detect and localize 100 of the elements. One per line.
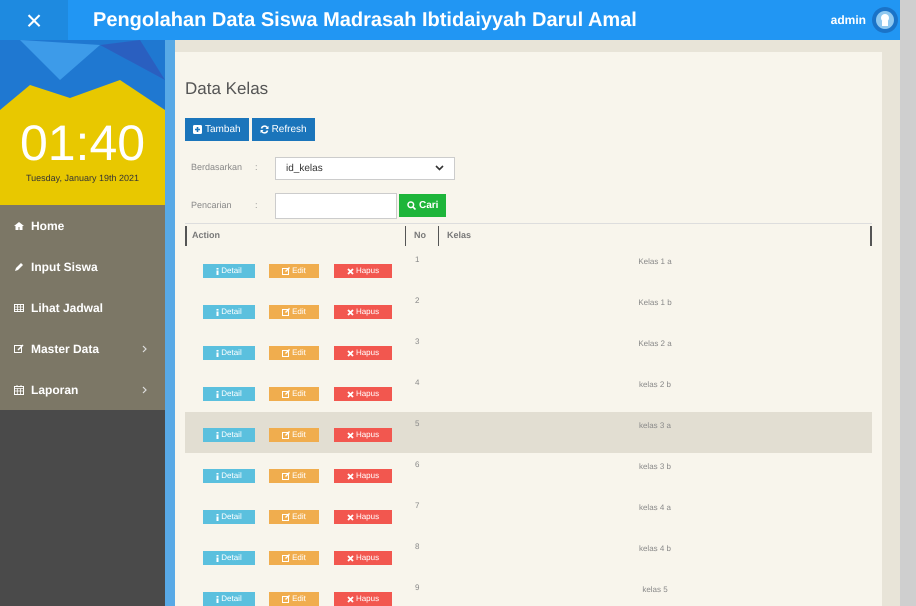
search-label: Pencarian xyxy=(191,198,233,212)
refresh-icon xyxy=(260,124,269,134)
edit-button[interactable]: Edit xyxy=(269,264,319,278)
edit-button[interactable]: Edit xyxy=(269,551,319,565)
edit-icon xyxy=(282,595,290,603)
delete-button[interactable]: Hapus xyxy=(334,469,392,483)
menu-item[interactable]: Lihat Jadwal xyxy=(0,287,165,328)
edit-button[interactable]: Edit xyxy=(269,592,319,606)
menu-item[interactable]: Home xyxy=(0,205,165,246)
calendar-icon xyxy=(14,384,24,394)
scrollbar[interactable] xyxy=(900,0,916,606)
detail-button[interactable]: Detail xyxy=(203,551,255,565)
info-icon xyxy=(216,390,220,398)
edit-icon xyxy=(282,267,290,275)
table-cell-text: 6 xyxy=(414,458,420,470)
user-avatar-icon[interactable] xyxy=(872,7,898,33)
chevron-right-icon xyxy=(142,386,147,394)
add-button[interactable]: Tambah xyxy=(185,118,249,140)
info-icon xyxy=(216,308,220,316)
table-cell-text: 8 xyxy=(414,540,420,552)
filter-label: Berdasarkan xyxy=(191,161,244,174)
table-cell: Kelas 1 b xyxy=(638,296,672,306)
detail-button[interactable]: Detail xyxy=(203,469,255,483)
detail-button[interactable]: Detail xyxy=(203,510,255,524)
column-header: Action xyxy=(185,226,405,246)
edit-icon xyxy=(14,344,24,354)
table-cell: kelas 4 b xyxy=(638,542,672,552)
edit-button[interactable]: Edit xyxy=(269,510,319,524)
edit-button[interactable]: Edit xyxy=(269,387,319,401)
table-cell-text: 3 xyxy=(414,336,420,348)
detail-button[interactable]: Detail xyxy=(203,428,255,442)
info-icon xyxy=(216,514,220,520)
menu-item[interactable]: Laporan xyxy=(0,369,165,410)
edit-icon xyxy=(282,390,290,398)
edit-icon xyxy=(282,308,290,316)
info-icon xyxy=(216,432,220,438)
delete-button[interactable]: Hapus xyxy=(334,346,392,360)
search-icon xyxy=(407,201,416,210)
table-cell-text: 7 xyxy=(414,500,420,512)
edit-button[interactable]: Edit xyxy=(269,428,319,442)
close-icon xyxy=(346,268,354,274)
table-icon xyxy=(14,302,24,312)
table-cell: Kelas 2 a xyxy=(638,338,672,348)
edit-icon xyxy=(282,472,290,480)
table-cell-text: 5 xyxy=(414,418,420,430)
edit-icon xyxy=(282,349,290,357)
detail-button[interactable]: Detail xyxy=(203,592,255,606)
home-icon xyxy=(14,220,24,230)
edit-icon xyxy=(282,554,290,562)
edit-button[interactable]: Edit xyxy=(269,305,319,319)
page-title: Data Kelas xyxy=(185,78,270,100)
table-cell-text: 2 xyxy=(414,294,420,306)
table-cell: kelas 2 b xyxy=(638,378,672,388)
edit-icon xyxy=(282,513,290,521)
table-cell-text: 1 xyxy=(414,254,420,266)
close-button[interactable]: × xyxy=(0,0,68,40)
delete-button[interactable]: Hapus xyxy=(334,592,392,606)
search-field[interactable] xyxy=(275,192,397,218)
menu-item[interactable]: Input Siswa xyxy=(0,246,165,287)
edit-button[interactable]: Edit xyxy=(269,469,319,483)
chevron-right-icon xyxy=(142,344,147,352)
table-cell: kelas 5 xyxy=(642,584,668,594)
table-cell-text: 4 xyxy=(414,376,420,388)
close-icon xyxy=(346,514,354,520)
delete-button[interactable]: Hapus xyxy=(334,510,392,524)
close-icon xyxy=(346,472,354,480)
close-icon xyxy=(346,308,354,316)
delete-button[interactable]: Hapus xyxy=(334,305,392,319)
table-cell: kelas 4 a xyxy=(638,502,672,512)
close-icon xyxy=(346,432,354,438)
detail-button[interactable]: Detail xyxy=(203,387,255,401)
close-icon xyxy=(346,554,354,562)
delete-button[interactable]: Hapus xyxy=(334,551,392,565)
refresh-button[interactable]: Refresh xyxy=(252,118,315,140)
detail-button[interactable]: Detail xyxy=(203,305,255,319)
table-cell: kelas 3 b xyxy=(638,460,672,470)
search-button[interactable]: Cari xyxy=(399,194,446,217)
chevron-down-icon xyxy=(435,165,444,171)
edit-button[interactable]: Edit xyxy=(269,346,319,360)
detail-button[interactable]: Detail xyxy=(203,264,255,278)
close-icon xyxy=(346,390,354,398)
column-header: Kelas xyxy=(438,226,872,246)
plus-square-icon xyxy=(193,124,202,134)
menu-item[interactable]: Master Data xyxy=(0,328,165,369)
info-icon xyxy=(216,268,220,274)
info-icon xyxy=(216,350,220,356)
delete-button[interactable]: Hapus xyxy=(334,264,392,278)
edit-icon xyxy=(282,431,290,439)
clock-time: 01:40 xyxy=(20,118,146,168)
delete-button[interactable]: Hapus xyxy=(334,387,392,401)
info-icon xyxy=(216,472,220,480)
username[interactable]: admin xyxy=(830,11,866,29)
filter-select[interactable]: id_kelas xyxy=(275,156,455,180)
detail-button[interactable]: Detail xyxy=(203,346,255,360)
delete-button[interactable]: Hapus xyxy=(334,428,392,442)
app-title: Pengolahan Data Siswa Madrasah Ibtidaiyyah Darul Amal xyxy=(93,8,638,33)
column-header: No xyxy=(405,226,438,246)
close-icon xyxy=(346,350,354,356)
separator: : xyxy=(255,161,259,174)
table-cell: Kelas 1 a xyxy=(638,256,672,266)
